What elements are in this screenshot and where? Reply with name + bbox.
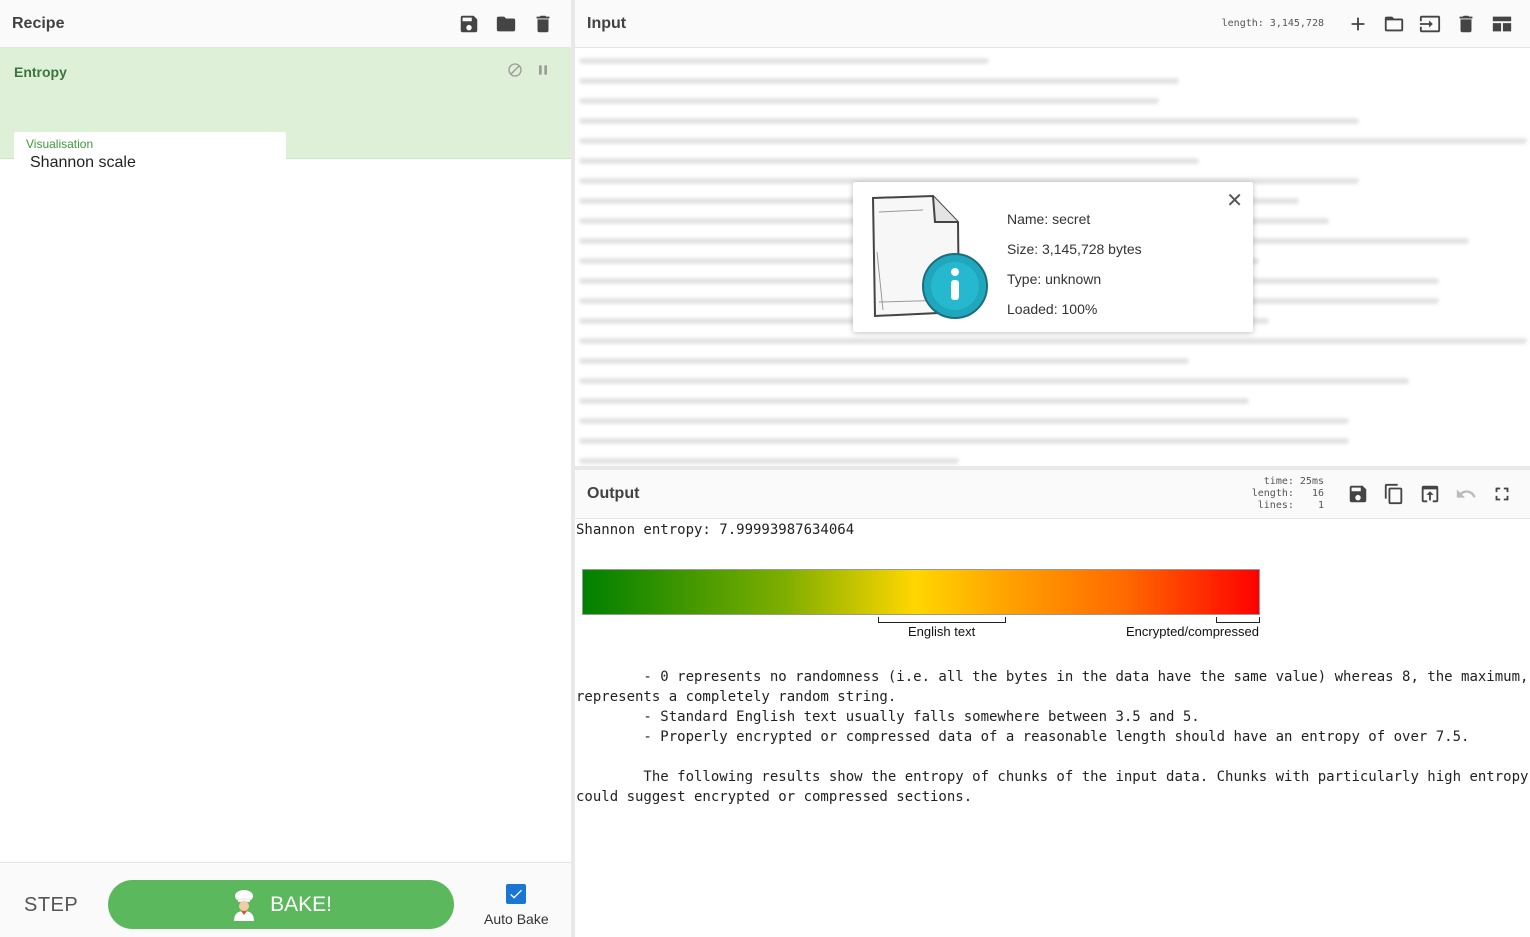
close-icon[interactable]: ✕ [1226,188,1243,213]
pause-icon [539,65,547,75]
save-icon [1349,485,1366,503]
output-title: Output [587,485,640,502]
layout-icon [1492,16,1511,31]
plus-icon [1351,17,1364,30]
file-name: Name: secret [1007,211,1091,227]
fullscreen-icon [1495,487,1508,501]
recipe-title: Recipe [12,14,65,32]
bake-label: BAKE! [270,892,332,916]
maximise-output-button[interactable] [1490,483,1513,506]
visualisation-label: Visualisation [26,137,94,151]
input-length: length: 3,145,728 [1221,17,1324,29]
input-header: Input length: 3,145,728 [575,0,1530,48]
bake-controls: STEP BAKE! Auto Bake [0,862,571,937]
operation-entropy[interactable]: Entropy Visualisation Shannon scale [0,48,571,178]
save-icon [460,15,477,32]
output-lines: lines: 1 [1257,500,1324,511]
operation-name: Entropy [14,64,67,80]
clear-recipe-button[interactable] [531,12,554,35]
open-in-icon [1421,485,1438,503]
file-loaded: Loaded: 100% [1007,301,1098,317]
encrypted-label: Encrypted/compressed [1126,624,1259,639]
open-folder-button[interactable] [1382,12,1405,35]
disable-icon [508,63,522,77]
english-text-label: English text [908,624,976,639]
open-file-button[interactable] [1418,12,1441,35]
trash-icon [1459,15,1472,32]
encrypted-bracket [1216,617,1260,623]
undo-icon [1456,489,1476,498]
autobake-label: Auto Bake [484,911,549,927]
copy-icon [1384,483,1402,505]
save-output-button[interactable] [1346,483,1369,506]
output-stats: time: 25ms length: 16 lines: 1 [1252,476,1324,512]
bake-button[interactable]: BAKE! [108,880,454,929]
load-recipe-button[interactable] [494,12,517,35]
output-pane: Output time: 25ms length: 16 lines: 1 Sh… [575,470,1530,937]
entropy-value: Shannon entropy: 7.99993987634064 [576,522,855,538]
disable-operation-button[interactable] [507,62,523,83]
input-icon [1419,15,1440,32]
add-tab-button[interactable] [1346,12,1369,35]
reset-layout-button[interactable] [1490,12,1513,35]
english-text-bracket [878,617,1006,623]
check-icon [510,889,522,899]
file-size: Size: 3,145,728 bytes [1007,241,1142,257]
chef-icon [234,889,255,921]
file-info-icon [871,194,988,319]
clear-input-button[interactable] [1454,12,1477,35]
file-info-list: Name: secret Size: 3,145,728 bytes Type:… [1007,204,1142,324]
step-button[interactable]: STEP [24,894,78,917]
recipe-header: Recipe [0,0,571,48]
trash-icon [536,15,549,32]
entropy-scale-bar [582,569,1260,615]
input-title: Input [587,14,627,32]
folder-icon [496,16,515,31]
recipe-pane: Recipe Entropy Visualisation Shannon sca… [0,0,571,937]
visualisation-value: Shannon scale [30,154,136,171]
undo-button[interactable] [1454,483,1477,506]
file-type: Type: unknown [1007,271,1102,287]
output-length: length: 16 [1251,488,1324,499]
copy-output-button[interactable] [1382,483,1405,506]
output-time: time: 25ms [1263,476,1324,487]
pause-operation-button[interactable] [535,62,551,83]
file-details-card: ✕ Name: secret Size: 3,145,728 bytes Typ… [853,182,1253,332]
autobake-checkbox[interactable] [506,884,526,904]
folder-outline-icon [1384,16,1403,31]
output-header: Output time: 25ms length: 16 lines: 1 [575,470,1530,519]
replace-input-button[interactable] [1418,483,1441,506]
visualisation-select[interactable]: Visualisation Shannon scale [14,132,286,178]
entropy-explanation: - 0 represents no randomness (i.e. all t… [576,669,1529,805]
save-recipe-button[interactable] [457,12,480,35]
